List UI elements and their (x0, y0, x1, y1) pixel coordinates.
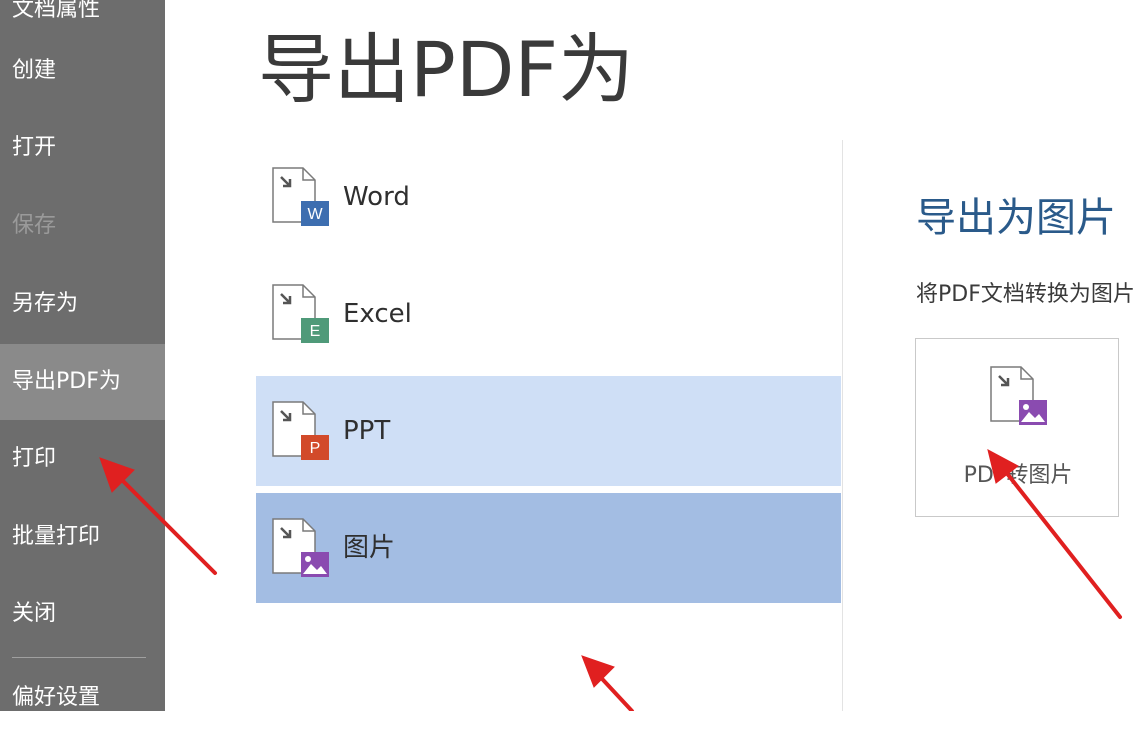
sidebar-item-open[interactable]: 打开 (0, 110, 165, 186)
right-panel-description: 将PDF文档转换为图片 (916, 282, 1135, 307)
svg-text:E: E (310, 323, 321, 340)
panel-divider (842, 140, 843, 711)
arrowhead (581, 655, 615, 688)
sidebar: 文档属性 创建 打开 保存 另存为 导出PDF为 打印 批量打印 关闭 偏好设置 (0, 0, 165, 711)
sidebar-item-batch-print[interactable]: 批量打印 (0, 499, 165, 575)
format-label: 图片 (343, 533, 396, 563)
arrow-to-image-row (590, 666, 634, 711)
page-title: 导出PDF为 (258, 25, 635, 114)
format-item-word[interactable]: W Word (256, 142, 841, 252)
sidebar-item-preferences[interactable]: 偏好设置 (0, 660, 165, 736)
format-item-image[interactable]: 图片 (256, 493, 841, 603)
sidebar-item-save: 保存 (12, 213, 57, 238)
image-file-icon (988, 365, 1050, 431)
ppt-file-icon: P (270, 400, 332, 466)
word-file-icon: W (270, 166, 332, 232)
format-label: PPT (343, 416, 391, 446)
image-file-icon (270, 517, 332, 583)
sidebar-item-close[interactable]: 关闭 (0, 576, 165, 652)
right-panel-title: 导出为图片 (916, 195, 1116, 241)
sidebar-item-save-as[interactable]: 另存为 (0, 266, 165, 342)
sidebar-item-print[interactable]: 打印 (0, 421, 165, 497)
sidebar-item-export-pdf[interactable]: 导出PDF为 (0, 344, 165, 420)
format-label: Word (343, 182, 410, 212)
format-label: Excel (343, 299, 412, 329)
pdf-to-image-button[interactable]: PDF转图片 (915, 338, 1119, 517)
sidebar-item-create[interactable]: 创建 (0, 33, 165, 109)
svg-text:P: P (310, 440, 321, 457)
excel-file-icon: E (270, 283, 332, 349)
pdf-to-image-label: PDF转图片 (963, 463, 1073, 488)
format-item-excel[interactable]: E Excel (256, 259, 841, 369)
svg-text:W: W (307, 206, 323, 223)
format-item-ppt[interactable]: P PPT (256, 376, 841, 486)
sidebar-divider (12, 657, 146, 658)
